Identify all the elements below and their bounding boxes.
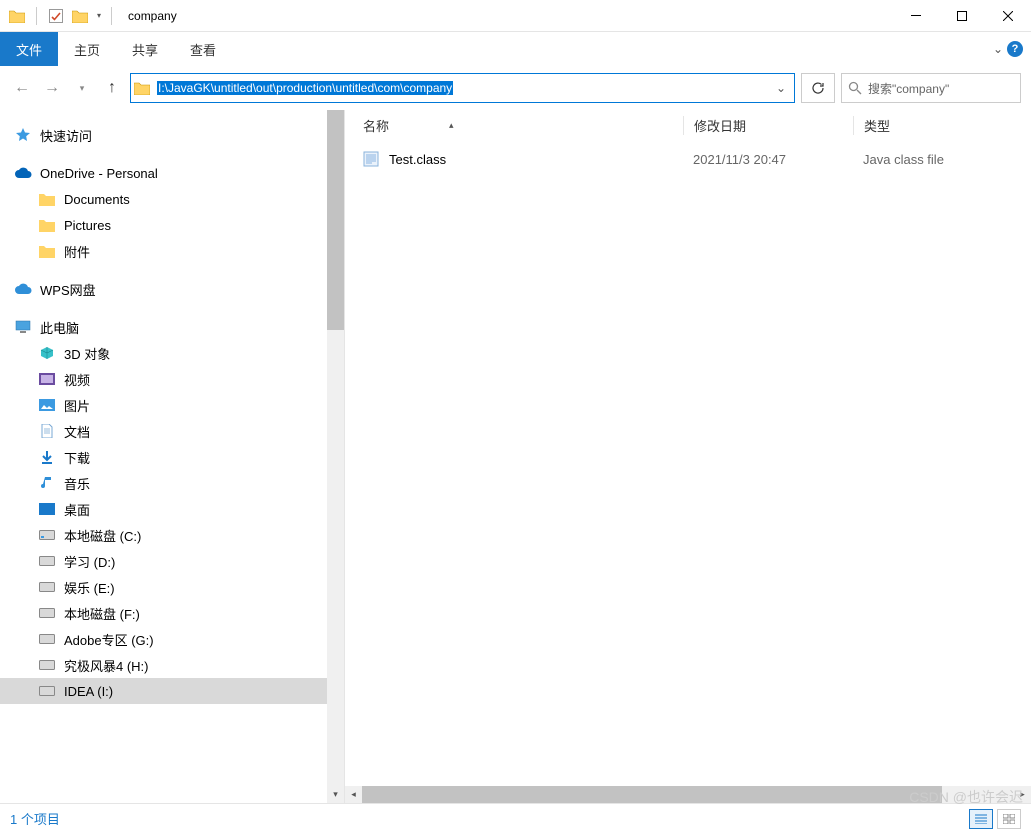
music-icon <box>38 475 56 491</box>
column-date[interactable]: 修改日期 <box>683 116 853 135</box>
pictures-icon <box>38 397 56 413</box>
file-row[interactable]: Test.class 2021/11/3 20:47 Java class fi… <box>363 146 1031 172</box>
computer-icon <box>14 319 32 335</box>
file-list-area: 名称 ▴ 修改日期 类型 Test.class 2021/11/3 20:47 … <box>345 110 1031 803</box>
folder-icon <box>8 7 26 25</box>
address-folder-icon <box>131 81 153 95</box>
column-name[interactable]: 名称 <box>363 116 389 135</box>
sidebar-item-drive-i[interactable]: IDEA (I:) <box>0 678 344 704</box>
separator <box>111 7 112 25</box>
cloud-icon <box>14 281 32 297</box>
search-input[interactable]: 搜索"company" <box>841 73 1021 103</box>
scrollbar-thumb[interactable] <box>362 786 942 803</box>
back-button[interactable]: ← <box>10 76 34 100</box>
cube-icon <box>38 345 56 361</box>
folder-small-icon[interactable] <box>71 7 89 25</box>
sidebar-item-3d-objects[interactable]: 3D 对象 <box>0 340 344 366</box>
sidebar-item-desktop[interactable]: 桌面 <box>0 496 344 522</box>
sidebar-item-documents-pc[interactable]: 文档 <box>0 418 344 444</box>
sidebar-item-wps[interactable]: WPS网盘 <box>0 276 344 302</box>
sidebar-item-onedrive[interactable]: OneDrive - Personal <box>0 160 344 186</box>
icons-view-button[interactable] <box>997 809 1021 829</box>
ribbon-collapse-icon[interactable]: ⌄ <box>993 42 1003 56</box>
sidebar-item-drive-d[interactable]: 学习 (D:) <box>0 548 344 574</box>
search-placeholder: 搜索"company" <box>868 80 949 97</box>
column-headers[interactable]: 名称 ▴ 修改日期 类型 <box>345 110 1031 140</box>
folder-icon <box>38 217 56 233</box>
file-name: Test.class <box>389 152 446 167</box>
sidebar-item-quick-access[interactable]: 快速访问 <box>0 122 344 148</box>
star-icon <box>14 127 32 143</box>
close-button[interactable] <box>985 0 1031 32</box>
navigation-pane[interactable]: 快速访问 OneDrive - Personal Documents Pictu… <box>0 110 345 803</box>
tab-view[interactable]: 查看 <box>174 32 232 66</box>
folder-icon <box>38 191 56 207</box>
download-icon <box>38 449 56 465</box>
drive-icon <box>38 605 56 621</box>
sidebar-item-music[interactable]: 音乐 <box>0 470 344 496</box>
sidebar-item-pictures-pc[interactable]: 图片 <box>0 392 344 418</box>
scroll-left-icon[interactable]: ◂ <box>345 786 362 803</box>
scroll-down-icon[interactable]: ▾ <box>327 786 344 803</box>
file-date: 2021/11/3 20:47 <box>683 152 853 167</box>
cloud-icon <box>14 165 32 181</box>
status-text: 1 个项目 <box>10 809 60 828</box>
qat-dropdown-icon[interactable]: ▾ <box>97 11 101 20</box>
maximize-button[interactable] <box>939 0 985 32</box>
address-history-dropdown[interactable]: ⌄ <box>768 81 794 95</box>
sidebar-item-drive-e[interactable]: 娱乐 (E:) <box>0 574 344 600</box>
drive-icon <box>38 631 56 647</box>
address-bar[interactable]: I:\JavaGK\untitled\out\production\untitl… <box>130 73 795 103</box>
sidebar-item-attachments[interactable]: 附件 <box>0 238 344 264</box>
refresh-button[interactable] <box>801 73 835 103</box>
sort-indicator-icon: ▴ <box>449 120 454 131</box>
separator <box>36 7 37 25</box>
video-icon <box>38 371 56 387</box>
document-icon <box>38 423 56 439</box>
sidebar-item-drive-f[interactable]: 本地磁盘 (F:) <box>0 600 344 626</box>
drive-icon <box>38 553 56 569</box>
drive-icon <box>38 527 56 543</box>
scrollbar-thumb[interactable] <box>327 110 344 330</box>
sidebar-item-drive-h[interactable]: 究极风暴4 (H:) <box>0 652 344 678</box>
folder-icon <box>38 243 56 259</box>
address-path[interactable]: I:\JavaGK\untitled\out\production\untitl… <box>157 81 453 95</box>
drive-icon <box>38 579 56 595</box>
tab-share[interactable]: 共享 <box>116 32 174 66</box>
drive-icon <box>38 683 56 699</box>
forward-button[interactable]: → <box>40 76 64 100</box>
minimize-button[interactable] <box>893 0 939 32</box>
sidebar-item-pictures[interactable]: Pictures <box>0 212 344 238</box>
file-type: Java class file <box>853 152 1031 167</box>
sidebar-item-videos[interactable]: 视频 <box>0 366 344 392</box>
tab-file[interactable]: 文件 <box>0 32 58 66</box>
sidebar-item-this-pc[interactable]: 此电脑 <box>0 314 344 340</box>
watermark: CSDN @也许会迟 <box>909 787 1023 807</box>
details-view-button[interactable] <box>969 809 993 829</box>
nav-scrollbar[interactable]: ▾ <box>327 110 344 803</box>
tab-home[interactable]: 主页 <box>58 32 116 66</box>
sidebar-item-documents[interactable]: Documents <box>0 186 344 212</box>
window-title: company <box>128 9 177 23</box>
drive-icon <box>38 657 56 673</box>
column-type[interactable]: 类型 <box>853 116 1031 135</box>
recent-dropdown[interactable]: ▾ <box>70 76 94 100</box>
desktop-icon <box>38 501 56 517</box>
search-icon <box>848 81 862 95</box>
properties-icon[interactable] <box>47 7 65 25</box>
help-icon[interactable]: ? <box>1007 41 1023 57</box>
sidebar-item-drive-g[interactable]: Adobe专区 (G:) <box>0 626 344 652</box>
sidebar-item-downloads[interactable]: 下载 <box>0 444 344 470</box>
up-button[interactable]: ↑ <box>100 76 124 100</box>
class-file-icon <box>363 151 379 167</box>
sidebar-item-drive-c[interactable]: 本地磁盘 (C:) <box>0 522 344 548</box>
